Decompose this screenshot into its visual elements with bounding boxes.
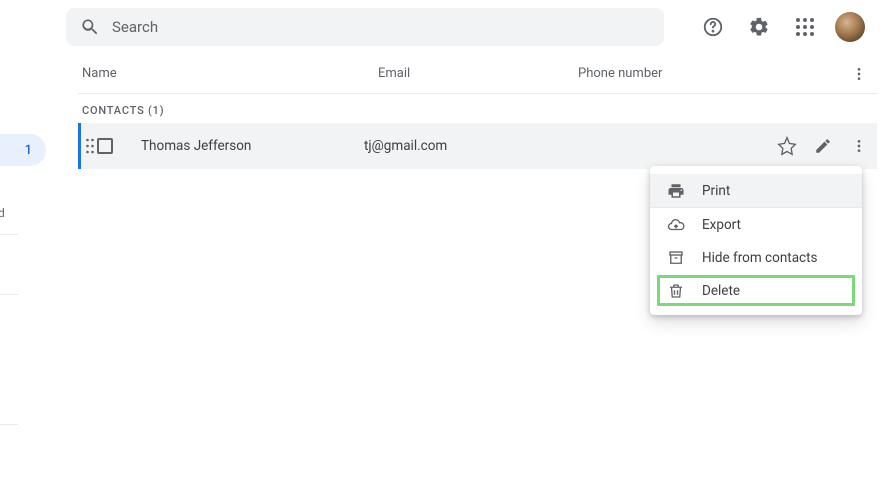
select-checkbox[interactable]: [97, 138, 113, 154]
context-menu: Print Export Hide from contacts Delete: [650, 166, 862, 315]
column-headers: Name Email Phone number: [78, 54, 877, 94]
menu-label: Print: [702, 183, 730, 199]
top-bar: [0, 0, 889, 54]
trash-icon: [666, 281, 686, 301]
sidebar-fragment: d: [0, 206, 5, 220]
sidebar: 1 d: [0, 54, 8, 500]
menu-label: Export: [702, 217, 741, 233]
menu-label: Hide from contacts: [702, 250, 818, 266]
column-settings-more-icon[interactable]: [843, 58, 875, 90]
contact-row[interactable]: Thomas Jefferson tj@gmail.com: [78, 123, 877, 169]
row-actions: [773, 132, 873, 160]
print-icon: [666, 181, 686, 201]
menu-label: Delete: [702, 283, 740, 299]
help-icon[interactable]: [697, 11, 729, 43]
star-icon[interactable]: [773, 132, 801, 160]
edit-pencil-icon[interactable]: [809, 132, 837, 160]
settings-gear-icon[interactable]: [743, 11, 775, 43]
drag-handle-icon[interactable]: [83, 138, 97, 154]
section-contacts-label: CONTACTS (1): [78, 94, 877, 123]
sidebar-contacts-count[interactable]: 1: [0, 134, 46, 166]
archive-icon: [666, 248, 686, 268]
menu-item-print[interactable]: Print: [650, 174, 862, 207]
contact-email: tj@gmail.com: [364, 138, 564, 154]
main-content: Name Email Phone number CONTACTS (1) Tho…: [78, 54, 889, 169]
menu-item-export[interactable]: Export: [650, 208, 862, 241]
topbar-actions: [697, 11, 873, 43]
menu-item-delete[interactable]: Delete: [656, 274, 856, 307]
sidebar-divider: [0, 294, 18, 295]
sidebar-divider: [0, 424, 18, 425]
search-input[interactable]: [112, 18, 650, 36]
menu-item-hide[interactable]: Hide from contacts: [650, 241, 862, 274]
column-name[interactable]: Name: [82, 66, 378, 81]
column-email[interactable]: Email: [378, 66, 578, 81]
apps-grid-icon[interactable]: [789, 11, 821, 43]
search-box[interactable]: [66, 8, 664, 46]
sidebar-divider: [0, 234, 18, 235]
search-icon: [80, 17, 100, 37]
cloud-export-icon: [666, 215, 686, 235]
column-phone[interactable]: Phone number: [578, 66, 877, 81]
contact-name: Thomas Jefferson: [119, 138, 364, 154]
row-more-icon[interactable]: [845, 132, 873, 160]
account-avatar[interactable]: [835, 12, 865, 42]
